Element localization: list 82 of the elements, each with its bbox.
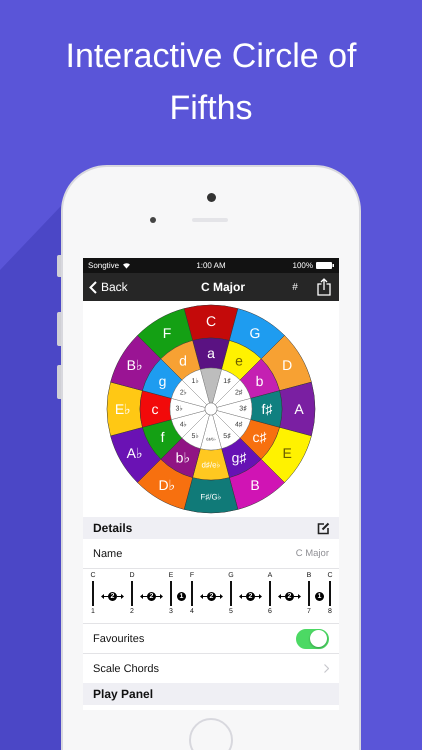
favourites-toggle[interactable]	[296, 628, 329, 648]
scale-bar	[92, 581, 94, 606]
key-label: f	[160, 429, 164, 445]
key-label: C	[206, 313, 216, 329]
left-arrow-icon	[278, 594, 285, 598]
favourites-label: Favourites	[93, 632, 144, 644]
key-label: B♭	[126, 357, 143, 373]
key-label: D	[282, 357, 292, 373]
key-label: E	[282, 445, 292, 461]
key-label: F♯/G♭	[200, 492, 222, 502]
signature-segment[interactable]	[200, 368, 222, 404]
edit-icon[interactable]	[317, 522, 330, 534]
back-button[interactable]: Back	[89, 280, 161, 294]
key-label: g	[158, 373, 166, 389]
front-camera	[206, 193, 216, 202]
signature-segment[interactable]	[212, 369, 240, 405]
scale-bar	[269, 581, 271, 606]
sharp-button[interactable]: #	[285, 282, 305, 292]
status-time: 1:00 AM	[196, 261, 226, 270]
battery-percent: 100%	[292, 261, 313, 270]
key-segment[interactable]	[140, 390, 172, 428]
headline: Interactive Circle of Fifths	[64, 36, 358, 129]
name-value: C Major	[296, 548, 329, 559]
key-label: F	[162, 324, 172, 341]
key-segment[interactable]	[250, 390, 282, 428]
key-segment[interactable]	[106, 382, 143, 436]
right-arrow-icon	[156, 594, 163, 598]
share-button[interactable]	[317, 278, 333, 296]
signature-segment[interactable]	[216, 398, 252, 420]
right-arrow-icon	[294, 594, 301, 598]
signature-segment[interactable]	[200, 414, 222, 450]
signature-segment[interactable]	[182, 369, 210, 405]
center-dot	[204, 402, 218, 416]
key-label: f♯	[262, 401, 272, 417]
key-label: d	[179, 352, 187, 368]
key-label: b	[256, 373, 264, 389]
wifi-icon	[122, 262, 132, 269]
scale-bar	[170, 581, 172, 606]
name-label: Name	[93, 548, 122, 560]
key-label: A	[294, 401, 304, 417]
carrier-label: Songtive	[88, 261, 120, 270]
right-arrow-icon	[216, 594, 223, 598]
scale-bar	[329, 581, 331, 606]
key-label: E♭	[114, 401, 132, 417]
key-segment[interactable]	[110, 427, 162, 483]
key-label: g♯	[232, 450, 246, 466]
right-arrow-icon	[255, 594, 262, 598]
left-arrow-icon	[200, 594, 207, 598]
battery-icon	[316, 262, 334, 269]
key-label: G	[250, 324, 260, 341]
scale-bar	[131, 581, 133, 606]
key-label: e	[235, 352, 243, 368]
left-arrow-icon	[239, 594, 246, 598]
key-segment[interactable]	[192, 338, 230, 370]
key-segment[interactable]	[192, 448, 230, 480]
key-label: c	[152, 401, 158, 417]
key-segment[interactable]	[279, 382, 316, 436]
key-label: b♭	[176, 450, 190, 466]
key-label: B	[250, 477, 260, 494]
key-label: a	[207, 345, 215, 361]
left-arrow-icon	[101, 594, 108, 598]
scale-chords-label: Scale Chords	[93, 662, 160, 674]
signature-segment[interactable]	[215, 410, 251, 438]
key-segment[interactable]	[229, 308, 285, 360]
key-segment[interactable]	[184, 477, 238, 514]
signature-segment[interactable]	[171, 410, 207, 438]
scale-bar	[308, 581, 310, 606]
sensor-dot	[150, 217, 156, 223]
key-label: A♭	[126, 445, 143, 461]
section-header: Play Panel	[93, 687, 154, 701]
signature-segment[interactable]	[170, 398, 206, 420]
scale-bar	[191, 581, 193, 606]
left-arrow-icon	[140, 594, 147, 598]
right-arrow-icon	[117, 594, 124, 598]
scale-bar	[230, 581, 232, 606]
chevron-left-icon	[89, 280, 97, 294]
key-label: c♯	[252, 429, 266, 445]
key-segment[interactable]	[184, 304, 238, 341]
section-header: Details	[93, 521, 132, 535]
screen-title: C Major	[200, 280, 246, 294]
key-label: d♯/e♭	[201, 460, 221, 470]
key-label: D♭	[158, 477, 176, 494]
